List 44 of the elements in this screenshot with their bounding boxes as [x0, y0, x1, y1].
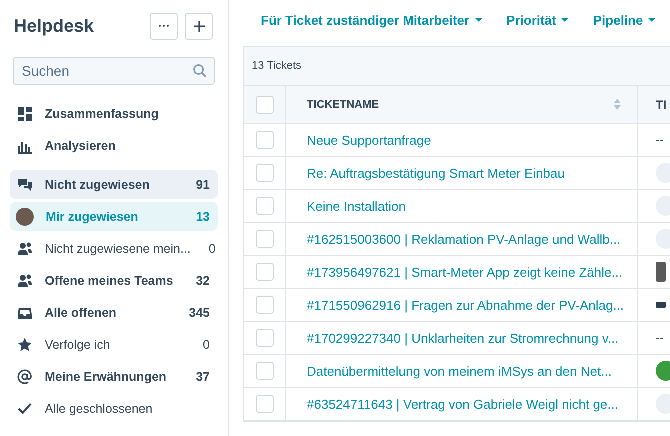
- nav-count: 13: [196, 210, 210, 224]
- nav-count: 0: [208, 242, 216, 256]
- ticket-link[interactable]: Datenübermittelung von meinem iMSys an den Net...: [307, 364, 612, 378]
- nav-item[interactable]: Nicht zugewiesen 91: [10, 170, 218, 199]
- ticket-link[interactable]: #173956497621 | Smart-Meter App zeigt keine Zähle...: [307, 264, 623, 280]
- nav-label: Meine Erwähnungen: [45, 370, 168, 384]
- nav-item[interactable]: Analysieren: [10, 131, 218, 160]
- nav-count: 91: [196, 178, 210, 192]
- table-cell: --: [656, 133, 664, 147]
- search-field[interactable]: Suchen: [13, 57, 215, 85]
- nav-item[interactable]: Mir zugewiesen 13: [10, 202, 218, 231]
- nav-label: Verfolge ich: [45, 338, 112, 352]
- nav-count: 0: [203, 338, 210, 352]
- ticket-link[interactable]: #170299227340 | Unklarheiten zur Stromrechnung v...: [307, 330, 619, 346]
- nav-label: Alle offenen: [45, 306, 118, 320]
- nav-label: Alle geschlossenen: [45, 402, 154, 416]
- filter-dropdown[interactable]: Für Ticket zuständiger Mitarbeiter: [261, 12, 483, 28]
- ticket-link[interactable]: #171550962916 | Fragen zur Abnahme der PV-Anlag...: [307, 298, 624, 312]
- nav-item[interactable]: Verfolge ich 0: [10, 330, 218, 359]
- table-cell: --: [656, 331, 664, 345]
- nav-label: Nicht zugewiesene mein...: [45, 242, 191, 256]
- nav-item[interactable]: Alle geschlossenen: [10, 394, 218, 423]
- nav-label: Nicht zugewiesen: [45, 178, 151, 192]
- ticket-link[interactable]: Re: Auftragsbestätigung Smart Meter Einbau: [307, 166, 565, 180]
- filter-dropdown[interactable]: Priorität: [506, 12, 570, 28]
- nav-label: Offene meines Teams: [45, 274, 174, 288]
- ticket-link[interactable]: Neue Supportanfrage: [307, 132, 432, 148]
- nav-item[interactable]: Nicht zugewiesene mein... 0: [10, 234, 218, 263]
- nav-count: 37: [196, 370, 210, 384]
- ticket-link[interactable]: #63524711643 | Vertrag von Gabriele Weigl nicht ge...: [307, 396, 618, 412]
- nav-count: 32: [196, 274, 210, 288]
- nav-item[interactable]: Zusammenfassung: [10, 99, 218, 128]
- filter-dropdown[interactable]: Pipeline: [593, 12, 656, 28]
- nav-item[interactable]: Meine Erwähnungen 37: [10, 362, 218, 391]
- ticket-link[interactable]: #162515003600 | Reklamation PV-Anlage und Wallb...: [307, 232, 621, 246]
- nav-label: Mir zugewiesen: [46, 210, 140, 224]
- ticket-link[interactable]: Keine Installation: [307, 198, 406, 214]
- nav-item[interactable]: Alle offenen 345: [10, 298, 218, 327]
- sidebar-title: Helpdesk: [14, 16, 96, 36]
- nav-item[interactable]: Offene meines Teams 32: [10, 266, 218, 295]
- nav-count: 345: [189, 306, 210, 320]
- ticket-count: 13 Tickets: [252, 60, 302, 72]
- column-header[interactable]: TI: [656, 98, 669, 112]
- column-header[interactable]: TICKETNAME: [307, 98, 380, 110]
